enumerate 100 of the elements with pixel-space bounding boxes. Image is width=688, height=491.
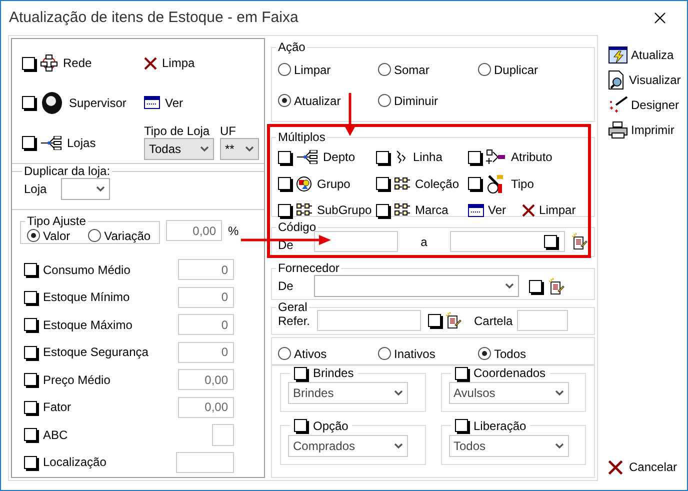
- radio-button[interactable]: [278, 347, 291, 360]
- checkbox-label: Lojas: [67, 136, 96, 150]
- checkbox-label: Linha: [413, 150, 442, 164]
- adjust-value-field[interactable]: 0,00: [166, 220, 222, 241]
- clear-link[interactable]: Limpar: [539, 203, 576, 218]
- checkbox[interactable]: [24, 456, 37, 469]
- toolbar-button[interactable]: Designer: [608, 93, 687, 117]
- checkbox-label: Coordenados: [474, 366, 546, 380]
- radio-button[interactable]: [478, 347, 491, 360]
- notepad-icon[interactable]: [548, 278, 565, 294]
- option-select[interactable]: Avulsos: [448, 382, 568, 404]
- number-field[interactable]: 0: [178, 342, 234, 363]
- checkbox[interactable]: [24, 290, 37, 304]
- checkbox[interactable]: [376, 204, 389, 217]
- radio-button[interactable]: [278, 63, 291, 76]
- network-icon: [40, 54, 58, 72]
- checkbox[interactable]: [376, 150, 389, 164]
- checkbox[interactable]: [468, 177, 481, 190]
- option-select[interactable]: Todos: [448, 434, 568, 456]
- radio-label: Duplicar: [494, 62, 538, 76]
- checkbox[interactable]: [454, 419, 468, 432]
- checkbox[interactable]: [22, 136, 35, 149]
- card-field[interactable]: [516, 310, 568, 331]
- window-icon: [468, 204, 484, 217]
- close-icon: [144, 56, 157, 70]
- checkbox[interactable]: [376, 177, 389, 190]
- checkbox-label: SubGrupo: [317, 203, 372, 218]
- checkbox[interactable]: [468, 150, 481, 164]
- checkbox-label: Atributo: [511, 150, 552, 164]
- checkbox-label: Liberação: [474, 418, 526, 432]
- checkbox[interactable]: [294, 419, 307, 432]
- number-field[interactable]: 0,00: [178, 396, 234, 418]
- checkbox-label: ABC: [43, 428, 68, 442]
- tree-icon: [296, 150, 318, 164]
- attribute-icon: [486, 149, 506, 166]
- toolbar-button[interactable]: Imprimir: [608, 118, 687, 142]
- field-label: UF: [220, 125, 237, 138]
- close-icon: [654, 12, 666, 24]
- window-title: Atualização de itens de Estoque - em Faixa: [9, 9, 298, 26]
- notepad-icon[interactable]: [571, 233, 588, 250]
- group-title: Múltiplos: [277, 130, 326, 144]
- radio-button[interactable]: [27, 229, 40, 242]
- code-to-field[interactable]: [450, 231, 565, 252]
- radio-button[interactable]: [378, 63, 391, 76]
- option-select[interactable]: Brindes: [288, 382, 408, 404]
- checkbox[interactable]: [24, 318, 37, 332]
- notepad-icon[interactable]: [445, 312, 462, 329]
- checkbox[interactable]: [24, 263, 37, 276]
- radio-button[interactable]: [278, 94, 291, 107]
- checkbox[interactable]: [24, 400, 37, 414]
- radio-button[interactable]: [478, 63, 491, 76]
- radio-label: Atualizar: [294, 94, 341, 108]
- radio-button[interactable]: [378, 347, 391, 360]
- checkbox[interactable]: [22, 56, 35, 70]
- toolbar-button[interactable]: Visualizar: [608, 68, 687, 92]
- checkbox-label: Fator: [43, 400, 72, 414]
- checkbox[interactable]: [544, 235, 557, 248]
- checkbox-label: Preço Médio: [43, 372, 110, 387]
- number-field[interactable]: 0: [178, 314, 234, 336]
- link-icon: [394, 149, 408, 166]
- radio-label: Limpar: [294, 62, 331, 76]
- number-field[interactable]: 0,00: [178, 369, 234, 390]
- store-type-select[interactable]: Todas: [144, 138, 214, 160]
- option-select[interactable]: Comprados: [288, 434, 408, 456]
- group-title: Duplicar da loja:: [23, 164, 112, 178]
- radio-button[interactable]: [88, 229, 102, 242]
- checkbox[interactable]: [24, 346, 37, 359]
- view-link[interactable]: Ver: [488, 203, 506, 218]
- cancel-button[interactable]: Cancelar: [608, 455, 687, 479]
- radio-button[interactable]: [378, 94, 391, 107]
- number-field[interactable]: 0: [178, 286, 234, 308]
- magnifier-icon: [608, 70, 626, 90]
- view-link[interactable]: Ver: [165, 96, 184, 110]
- input-field[interactable]: [176, 452, 234, 473]
- checkbox[interactable]: [278, 150, 291, 164]
- number-field[interactable]: 0: [178, 259, 234, 280]
- uf-select[interactable]: **: [220, 138, 259, 160]
- checkbox[interactable]: [24, 373, 37, 386]
- checkbox[interactable]: [278, 177, 291, 190]
- radio-label: Valor: [43, 228, 70, 242]
- clear-link[interactable]: Limpa: [162, 56, 195, 70]
- checkbox[interactable]: [278, 204, 291, 217]
- checkbox[interactable]: [22, 96, 35, 109]
- reference-field[interactable]: [317, 310, 421, 331]
- group-title: Ação: [277, 40, 306, 54]
- checkbox-label: Depto: [323, 150, 356, 164]
- field-label: a: [420, 234, 428, 248]
- code-from-field[interactable]: [314, 231, 398, 252]
- input-field[interactable]: [212, 424, 234, 446]
- printer-icon: [608, 121, 628, 139]
- checkbox-label: Consumo Médio: [43, 262, 130, 277]
- checkbox[interactable]: [24, 428, 37, 442]
- radio-label: Inativos: [394, 346, 436, 360]
- field-label: De: [278, 238, 294, 252]
- toolbar-button[interactable]: Atualiza: [608, 43, 687, 67]
- checkbox[interactable]: [428, 314, 441, 327]
- checkbox-label: Marca: [415, 203, 448, 218]
- checkbox[interactable]: [529, 280, 542, 292]
- checkbox[interactable]: [294, 366, 307, 380]
- checkbox[interactable]: [454, 366, 468, 380]
